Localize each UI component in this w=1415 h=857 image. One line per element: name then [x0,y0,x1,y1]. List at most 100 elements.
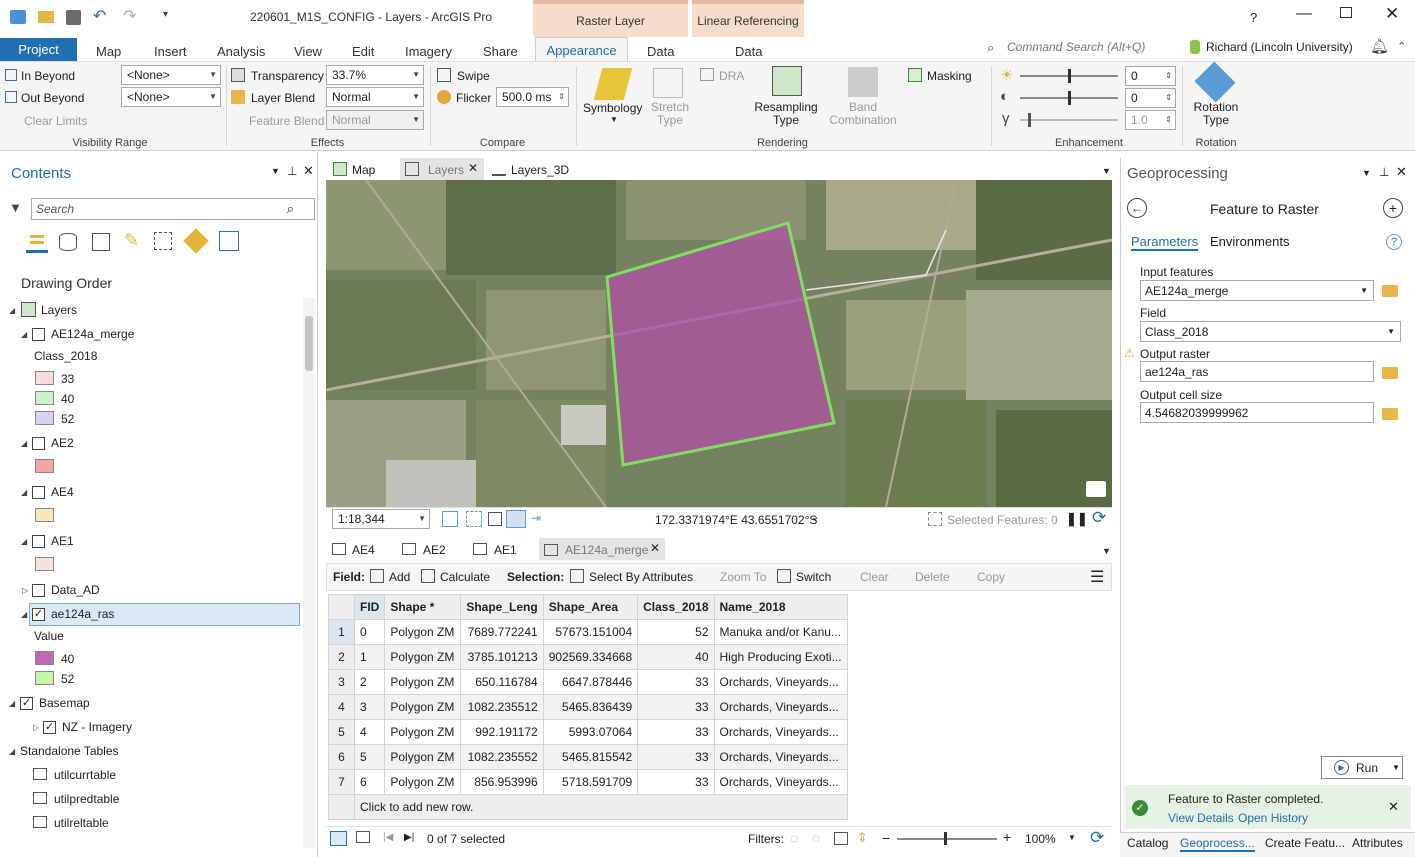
out-beyond-scale[interactable]: <None> ▼ [121,87,221,107]
layer-nz-imagery[interactable]: NZ - Imagery [62,720,132,734]
layer-data-ad[interactable]: Data_AD [51,583,100,597]
contrast-slider[interactable] [1020,91,1118,105]
stretch-type-button[interactable]: Stretch Type [650,101,690,127]
refresh-table-icon[interactable]: ⟳ [1090,828,1104,848]
table-row[interactable]: 6 5 Polygon ZM 1082.235552 5465.815542 3… [328,744,848,770]
brightness-input[interactable]: 0 ⇕ [1125,66,1176,86]
pane-tab-geoprocessing[interactable]: Geoprocess... [1180,836,1255,852]
layer-ae124a-ras[interactable]: ae124a_ras [51,607,114,621]
rotation-type-button[interactable]: Rotation Type [1191,101,1241,127]
input-features-select[interactable]: AE124a_merge ▼ [1140,280,1374,301]
select-by-attributes-button[interactable]: Select By Attributes [589,570,693,584]
click-to-add-row[interactable]: Click to add new row. [354,794,848,820]
output-cell-size-input[interactable]: 4.54682039999962 [1140,402,1374,423]
list-by-editing-icon[interactable]: ✎ [124,230,139,251]
flicker-button[interactable]: Flicker [456,91,491,105]
cell-shape-area[interactable]: 5465.836439 [542,694,639,720]
pin-icon[interactable]: ⊥ [287,164,297,178]
standalone-tables-heading[interactable]: Standalone Tables [20,744,119,758]
swipe-button[interactable]: Swipe [457,69,490,83]
table-row[interactable]: 3 2 Polygon ZM 650.116784 6647.878446 33… [328,669,848,695]
cell-fid[interactable]: 5 [353,744,386,770]
list-by-selection-icon[interactable] [92,233,110,251]
pane-tab-catalog[interactable]: Catalog [1127,836,1168,850]
list-by-snapping-icon[interactable] [154,232,172,250]
refresh-icon[interactable]: ⟳ [1092,508,1106,528]
cell-class-2018[interactable]: 33 [637,669,715,695]
cell-shape-area[interactable]: 5993.07064 [542,719,639,745]
contrast-input[interactable]: 0 ⇕ [1125,88,1176,108]
back-icon[interactable]: ← [1127,198,1147,218]
table-tab-ae124a-merge[interactable]: AE124a_merge ✕ [539,538,665,560]
pin-icon[interactable]: ⊥ [1379,165,1389,179]
gamma-input[interactable]: 1.0 ⇕ [1125,110,1176,130]
close-button[interactable]: ✕ [1385,4,1399,24]
view-details-link[interactable]: View Details [1168,811,1234,825]
table-row[interactable]: 7 6 Polygon ZM 856.953996 5718.591709 33… [328,769,848,795]
view-tab-layers[interactable]: Layers ✕ [400,158,484,180]
table-row[interactable]: 2 1 Polygon ZM 3785.101213 902569.334668… [328,644,848,670]
table-zoom-value[interactable]: 100% [1025,832,1056,846]
cell-fid[interactable]: 4 [353,719,386,745]
first-record-icon[interactable]: |◀ [383,832,393,843]
row-number[interactable]: 7 [328,769,355,795]
cell-shape-leng[interactable]: 650.116784 [460,669,544,695]
band-combination-button[interactable]: Band Combination [824,101,902,127]
tab-share[interactable]: Share [483,42,518,63]
browse-folder-icon[interactable] [1382,408,1398,420]
add-row[interactable]: Click to add new row. [328,794,848,820]
cell-class-2018[interactable]: 33 [637,694,715,720]
column-header-shape-area[interactable]: Shape_Area [542,594,639,620]
switch-selection-button[interactable]: Switch [796,570,831,584]
basemap-checkbox[interactable]: ✓ [20,697,33,710]
cell-fid[interactable]: 0 [353,619,386,645]
help-button[interactable]: ? [1250,10,1257,25]
table-tab-ae4[interactable]: AE4 [352,543,375,557]
tab-environments[interactable]: Environments [1210,234,1289,249]
copy-button[interactable]: Copy [977,570,1005,584]
cell-shape-area[interactable]: 5718.591709 [542,769,639,795]
contents-scrollbar[interactable] [303,298,315,848]
contents-search-input[interactable]: Search ⌕ [31,198,315,220]
dra-button[interactable]: DRA [719,69,744,83]
redo-icon[interactable]: ↷ [123,6,136,26]
filter-time-icon[interactable]: ◌ [812,830,820,846]
cell-shape[interactable]: Polygon ZM [384,719,462,745]
cell-shape-leng[interactable]: 856.953996 [460,769,544,795]
row-number[interactable]: 2 [328,644,355,670]
delete-button[interactable]: Delete [915,570,950,584]
next-record-icon[interactable]: ▶| [404,832,414,843]
nz-imagery-checkbox[interactable]: ✓ [43,721,56,734]
table-row[interactable]: 5 4 Polygon ZM 992.191172 5993.07064 33 … [328,719,848,745]
output-raster-input[interactable]: ae124a_ras [1140,361,1374,382]
list-by-drawing-order-icon[interactable] [26,231,48,253]
column-header-name-2018[interactable]: Name_2018 [713,594,848,620]
cell-shape[interactable]: Polygon ZM [384,744,462,770]
cell-shape-area[interactable]: 902569.334668 [542,644,639,670]
cell-class-2018[interactable]: 33 [637,744,715,770]
gamma-slider[interactable] [1020,113,1118,127]
cell-shape-area[interactable]: 6647.878446 [542,669,639,695]
symbology-button[interactable]: Symbology [583,101,642,115]
ribbon-collapse-icon[interactable]: ⌃ [1397,40,1406,53]
row-number[interactable]: 6 [328,744,355,770]
cell-name-2018[interactable]: Orchards, Vineyards... [713,694,848,720]
zoom-out-button[interactable]: − [882,830,890,846]
list-by-perspective-icon[interactable] [219,231,239,251]
cell-name-2018[interactable]: Orchards, Vineyards... [713,744,848,770]
view-tabs-menu-icon[interactable]: ▼ [1102,166,1111,176]
pause-drawing-icon[interactable]: ❚❚ [1066,511,1088,527]
in-beyond-scale[interactable]: <None> ▼ [121,65,221,85]
layers-map-node[interactable]: Layers [41,303,77,317]
user-name[interactable]: Richard (Lincoln University) [1206,40,1353,54]
data-ad-checkbox[interactable] [32,584,45,597]
layer-blend-select[interactable]: Normal ▼ [326,87,424,107]
tab-insert[interactable]: Insert [154,42,187,63]
filter-range-icon[interactable]: ⇕ [857,830,868,846]
open-history-link[interactable]: Open History [1238,811,1308,825]
cell-shape-leng[interactable]: 3785.101213 [460,644,544,670]
filter-definition-icon[interactable] [834,832,848,845]
cell-name-2018[interactable]: Orchards, Vineyards... [713,769,848,795]
list-by-data-source-icon[interactable] [59,233,77,251]
cell-shape[interactable]: Polygon ZM [384,769,462,795]
